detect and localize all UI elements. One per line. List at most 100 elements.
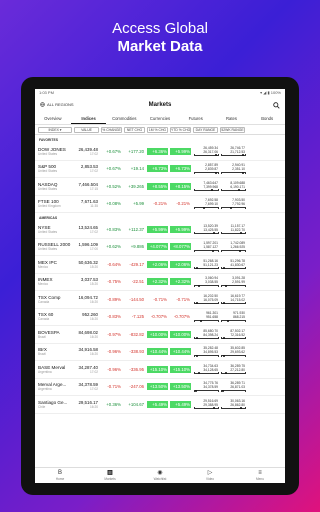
week52-range: 36,289.71 26,871.03 [220, 381, 245, 392]
range-low: 1,587.127 [203, 245, 218, 250]
one-month-change: +6.73% [147, 165, 168, 173]
tab-overview[interactable]: Overview [35, 113, 71, 124]
range-tick [221, 189, 222, 192]
range-tick [244, 154, 245, 157]
headline-line2: Market Data [117, 38, 203, 55]
week52-range: 36,289.75 27,212.80 [220, 364, 245, 375]
range-bar [194, 206, 218, 209]
table-row[interactable]: NYSE United States 13,524.65 17:02 +0.83% +11… [35, 221, 285, 239]
net-change: +104.67 [128, 401, 144, 407]
column-header-value[interactable]: VALUE [74, 126, 99, 133]
range-tick [244, 232, 245, 235]
range-marker [214, 154, 217, 157]
table-row[interactable]: Santiago Ge... Chile 29,516.17 16:20 +0.36% +… [35, 396, 285, 414]
nav-label: Markets [104, 477, 116, 481]
range-marker [223, 267, 226, 270]
bottom-navigation: B Home ▥ Markets ◉ Watchlist ▷ Video ≡ Menu [35, 467, 285, 483]
ytd-change: +2.32% [170, 278, 191, 286]
tab-commodities[interactable]: Commodities [106, 113, 142, 124]
nav-watchlist[interactable]: ◉ Watchlist [135, 468, 185, 483]
index-name-cell: Santiago Ge... Chile [38, 400, 74, 409]
table-row[interactable]: TSX 60 Canada 952.260 16:20 -0.83% -7.125 -0.7… [35, 309, 285, 326]
week52-range: 11,157.17 11,822.70 [220, 224, 245, 235]
range-tick [217, 389, 218, 392]
range-tick [194, 249, 195, 252]
range-low: 72,316.52 [230, 332, 245, 337]
day-range: 29,516.69 29,388.95 [193, 399, 218, 410]
range-marker [198, 284, 201, 287]
nav-markets[interactable]: ▥ Markets [85, 468, 135, 483]
range-tick [244, 319, 245, 322]
week52-range: 7,903.50 7,792.96 [220, 198, 245, 209]
table-row[interactable]: BASE Merval Argentina 34,287.40 17:02 -0.96%… [35, 361, 285, 379]
range-tick [194, 154, 195, 157]
tab-currencies[interactable]: Currencies [142, 113, 178, 124]
ytd-change: +10.44% [170, 348, 191, 356]
index-value-cell: 34,916.58 16:20 [74, 347, 101, 356]
range-tick [221, 206, 222, 209]
table-row[interactable]: Merval Arge... Argentina 34,378.59 17:02 -0.… [35, 379, 285, 396]
nav-video[interactable]: ▷ Video [185, 468, 235, 483]
range-low: 7,699.10 [205, 202, 218, 207]
region-selector[interactable]: ALL REGIONS [40, 102, 74, 107]
column-header-index[interactable]: INDEX ▾ [38, 126, 72, 133]
tab-indices[interactable]: Indices [70, 113, 107, 124]
column-header-ytd-chg[interactable]: YTD % CHG [170, 126, 191, 133]
index-country: United States [38, 186, 58, 191]
net-change: +5.99 [133, 201, 144, 207]
table-row[interactable]: FTSE 100 United Kingdom 7,671.63 11:35 +0.08… [35, 196, 285, 213]
one-month-change: +15.10% [147, 365, 168, 373]
range-low: 26,862.80 [230, 402, 245, 407]
week52-range: 87,502.17 72,316.52 [220, 329, 245, 340]
net-change: +39.265 [128, 183, 144, 189]
percent-change: -0.64% [107, 261, 121, 267]
app-bar: ALL REGIONS Markets [35, 96, 285, 113]
table-row[interactable]: RUSSELL 2000 United States 1,596.109 17:00 +… [35, 239, 285, 256]
range-bar [221, 337, 245, 340]
range-tick [221, 284, 222, 287]
nav-menu[interactable]: ≡ Menu [235, 468, 285, 483]
index-name-cell: NYSE United States [38, 225, 74, 234]
range-bar [221, 206, 245, 209]
tab-rates[interactable]: Rates [214, 113, 250, 124]
video-play-icon: ▷ [207, 470, 213, 476]
one-month-change: -0.707% [150, 314, 167, 320]
table-row[interactable]: TSX Comp Canada 16,094.72 16:20 -0.89% -144.5… [35, 291, 285, 309]
range-low: 7,792.96 [232, 202, 245, 207]
week52-range: 3,091.28 2,591.99 [220, 276, 245, 287]
index-name-cell: BASE Merval Argentina [38, 365, 74, 374]
table-row[interactable]: BOVESPA Brazil 84,698.02 16:20 -0.97% -832.82… [35, 326, 285, 344]
range-marker [225, 372, 228, 375]
tab-futures[interactable]: Futures [178, 113, 214, 124]
nav-home[interactable]: B Home [35, 468, 85, 483]
day-range: 35,282.48 34,895.53 [193, 346, 218, 357]
section-label: FAVORITES [39, 138, 58, 142]
search-button[interactable] [273, 96, 280, 114]
range-bar [221, 267, 245, 270]
table-row[interactable]: NASDAQ United States 7,466.504 17:15 +0.52% +… [35, 178, 285, 196]
column-header-net-chg[interactable]: NET CHG [124, 126, 145, 133]
table-row[interactable]: IBrX Brazil 34,916.58 16:20 -0.96% -338.93 +10… [35, 344, 285, 361]
range-tick [244, 337, 245, 340]
column-header-52wk-range[interactable]: 52WK RANGE [220, 126, 245, 133]
column-header--change[interactable]: % CHANGE [101, 126, 122, 133]
table-row[interactable]: INMEX Mexico 3,037.53 15:20 -0.75% -22.51 +2.3… [35, 274, 285, 291]
range-tick [217, 232, 218, 235]
tab-bonds[interactable]: Bonds [249, 113, 285, 124]
table-row[interactable]: MEX IPC Mexico 50,636.32 15:20 -0.64% -429.17… [35, 256, 285, 274]
column-header-day-range[interactable]: DAY RANGE [193, 126, 218, 133]
index-value-cell: 1,596.109 17:00 [74, 242, 101, 251]
range-bar [194, 171, 218, 174]
range-low: 29,693.62 [230, 350, 245, 355]
column-header-1m-chg[interactable]: 1M % CHG [147, 126, 168, 133]
percent-change: -0.71% [107, 384, 121, 390]
range-tick [244, 407, 245, 410]
app-screen: 1:03 PM ▾ ◢ ▮ 100% ALL REGIONS Markets O… [35, 89, 285, 483]
table-row[interactable]: S&P 500 United States 2,853.53 17:02 +0.67% +… [35, 161, 285, 178]
index-country: Mexico [38, 282, 49, 287]
ytd-change: +5.49% [170, 400, 191, 408]
range-bar [194, 189, 218, 192]
range-bar [194, 337, 218, 340]
table-row[interactable]: DOW JONES United States 26,439.48 17:02 +0.6… [35, 143, 285, 161]
one-month-change: +10.00% [147, 330, 168, 338]
